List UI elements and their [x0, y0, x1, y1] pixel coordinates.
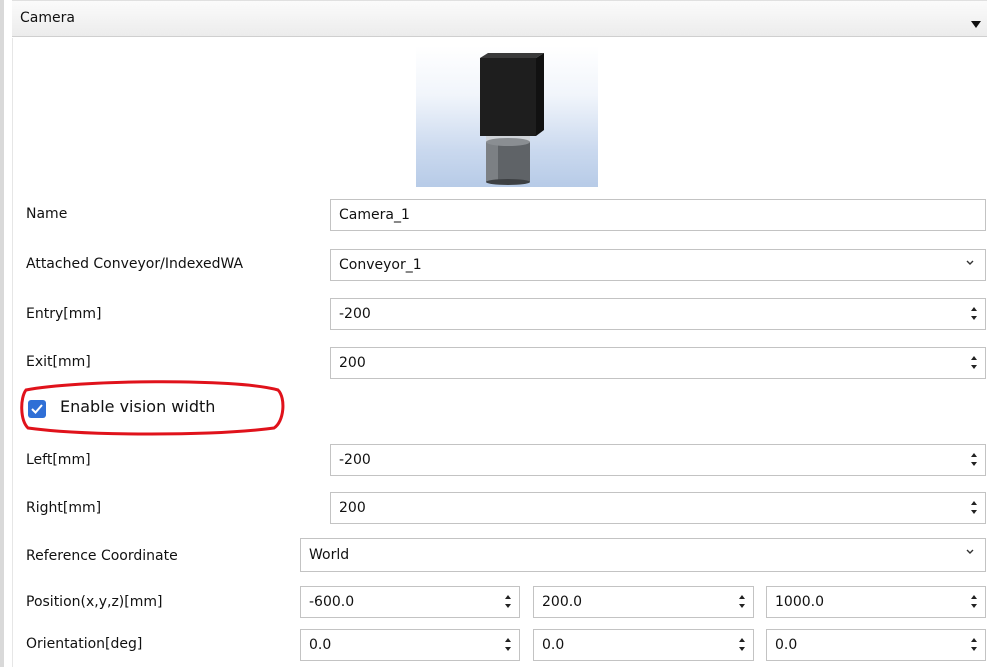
- position-z-spinbox[interactable]: 1000.0: [766, 586, 986, 618]
- entry-spinbox[interactable]: -200: [330, 298, 986, 330]
- name-input[interactable]: [339, 200, 921, 230]
- reference-label: Reference Coordinate: [26, 548, 178, 564]
- left-panel-edge: [0, 0, 4, 667]
- position-x-spinbox[interactable]: -600.0: [300, 586, 520, 618]
- spinner-icon[interactable]: [505, 636, 513, 654]
- name-field[interactable]: [330, 199, 986, 231]
- exit-spinbox[interactable]: 200: [330, 347, 986, 379]
- entry-label: Entry[mm]: [26, 306, 102, 322]
- checkbox-checked-icon: [31, 404, 43, 414]
- left-value: -200: [339, 452, 371, 468]
- position-z-value: 1000.0: [775, 594, 824, 610]
- section-title: Camera: [20, 10, 75, 26]
- position-y-value: 200.0: [542, 594, 583, 610]
- spinner-icon[interactable]: [739, 593, 747, 611]
- enable-vision-width-checkbox[interactable]: [28, 400, 46, 418]
- chevron-down-icon: [966, 549, 974, 554]
- spinner-icon[interactable]: [739, 636, 747, 654]
- right-label: Right[mm]: [26, 500, 102, 516]
- conveyor-value: Conveyor_1: [339, 257, 422, 273]
- right-spinbox[interactable]: 200: [330, 492, 986, 524]
- conveyor-select[interactable]: Conveyor_1: [330, 249, 986, 281]
- camera-model-image: [416, 46, 598, 187]
- orientation-z-spinbox[interactable]: 0.0: [766, 629, 986, 661]
- spinner-icon[interactable]: [971, 305, 979, 323]
- dropdown-caret-icon[interactable]: [971, 21, 981, 28]
- entry-value: -200: [339, 306, 371, 322]
- exit-label: Exit[mm]: [26, 354, 91, 370]
- name-label: Name: [26, 206, 68, 222]
- reference-value: World: [309, 547, 350, 563]
- enable-vision-width-label[interactable]: Enable vision width: [60, 397, 215, 416]
- exit-value: 200: [339, 355, 366, 371]
- spinner-icon[interactable]: [971, 451, 979, 469]
- orientation-x-value: 0.0: [309, 637, 332, 653]
- camera-section-header[interactable]: Camera: [12, 0, 987, 37]
- reference-select[interactable]: World: [300, 538, 986, 572]
- orientation-y-value: 0.0: [542, 637, 565, 653]
- position-y-spinbox[interactable]: 200.0: [533, 586, 754, 618]
- spinner-icon[interactable]: [971, 354, 979, 372]
- spinner-icon[interactable]: [505, 593, 513, 611]
- chevron-down-icon: [966, 260, 974, 265]
- spinner-icon[interactable]: [971, 636, 979, 654]
- conveyor-label: Attached Conveyor/IndexedWA: [26, 256, 244, 272]
- left-spinbox[interactable]: -200: [330, 444, 986, 476]
- orientation-label: Orientation[deg]: [26, 636, 143, 652]
- left-panel-border: [12, 38, 13, 667]
- orientation-x-spinbox[interactable]: 0.0: [300, 629, 520, 661]
- orientation-z-value: 0.0: [775, 637, 798, 653]
- orientation-y-spinbox[interactable]: 0.0: [533, 629, 754, 661]
- position-label: Position(x,y,z)[mm]: [26, 594, 163, 610]
- left-label: Left[mm]: [26, 452, 91, 468]
- spinner-icon[interactable]: [971, 499, 979, 517]
- spinner-icon[interactable]: [971, 593, 979, 611]
- right-value: 200: [339, 500, 366, 516]
- position-x-value: -600.0: [309, 594, 355, 610]
